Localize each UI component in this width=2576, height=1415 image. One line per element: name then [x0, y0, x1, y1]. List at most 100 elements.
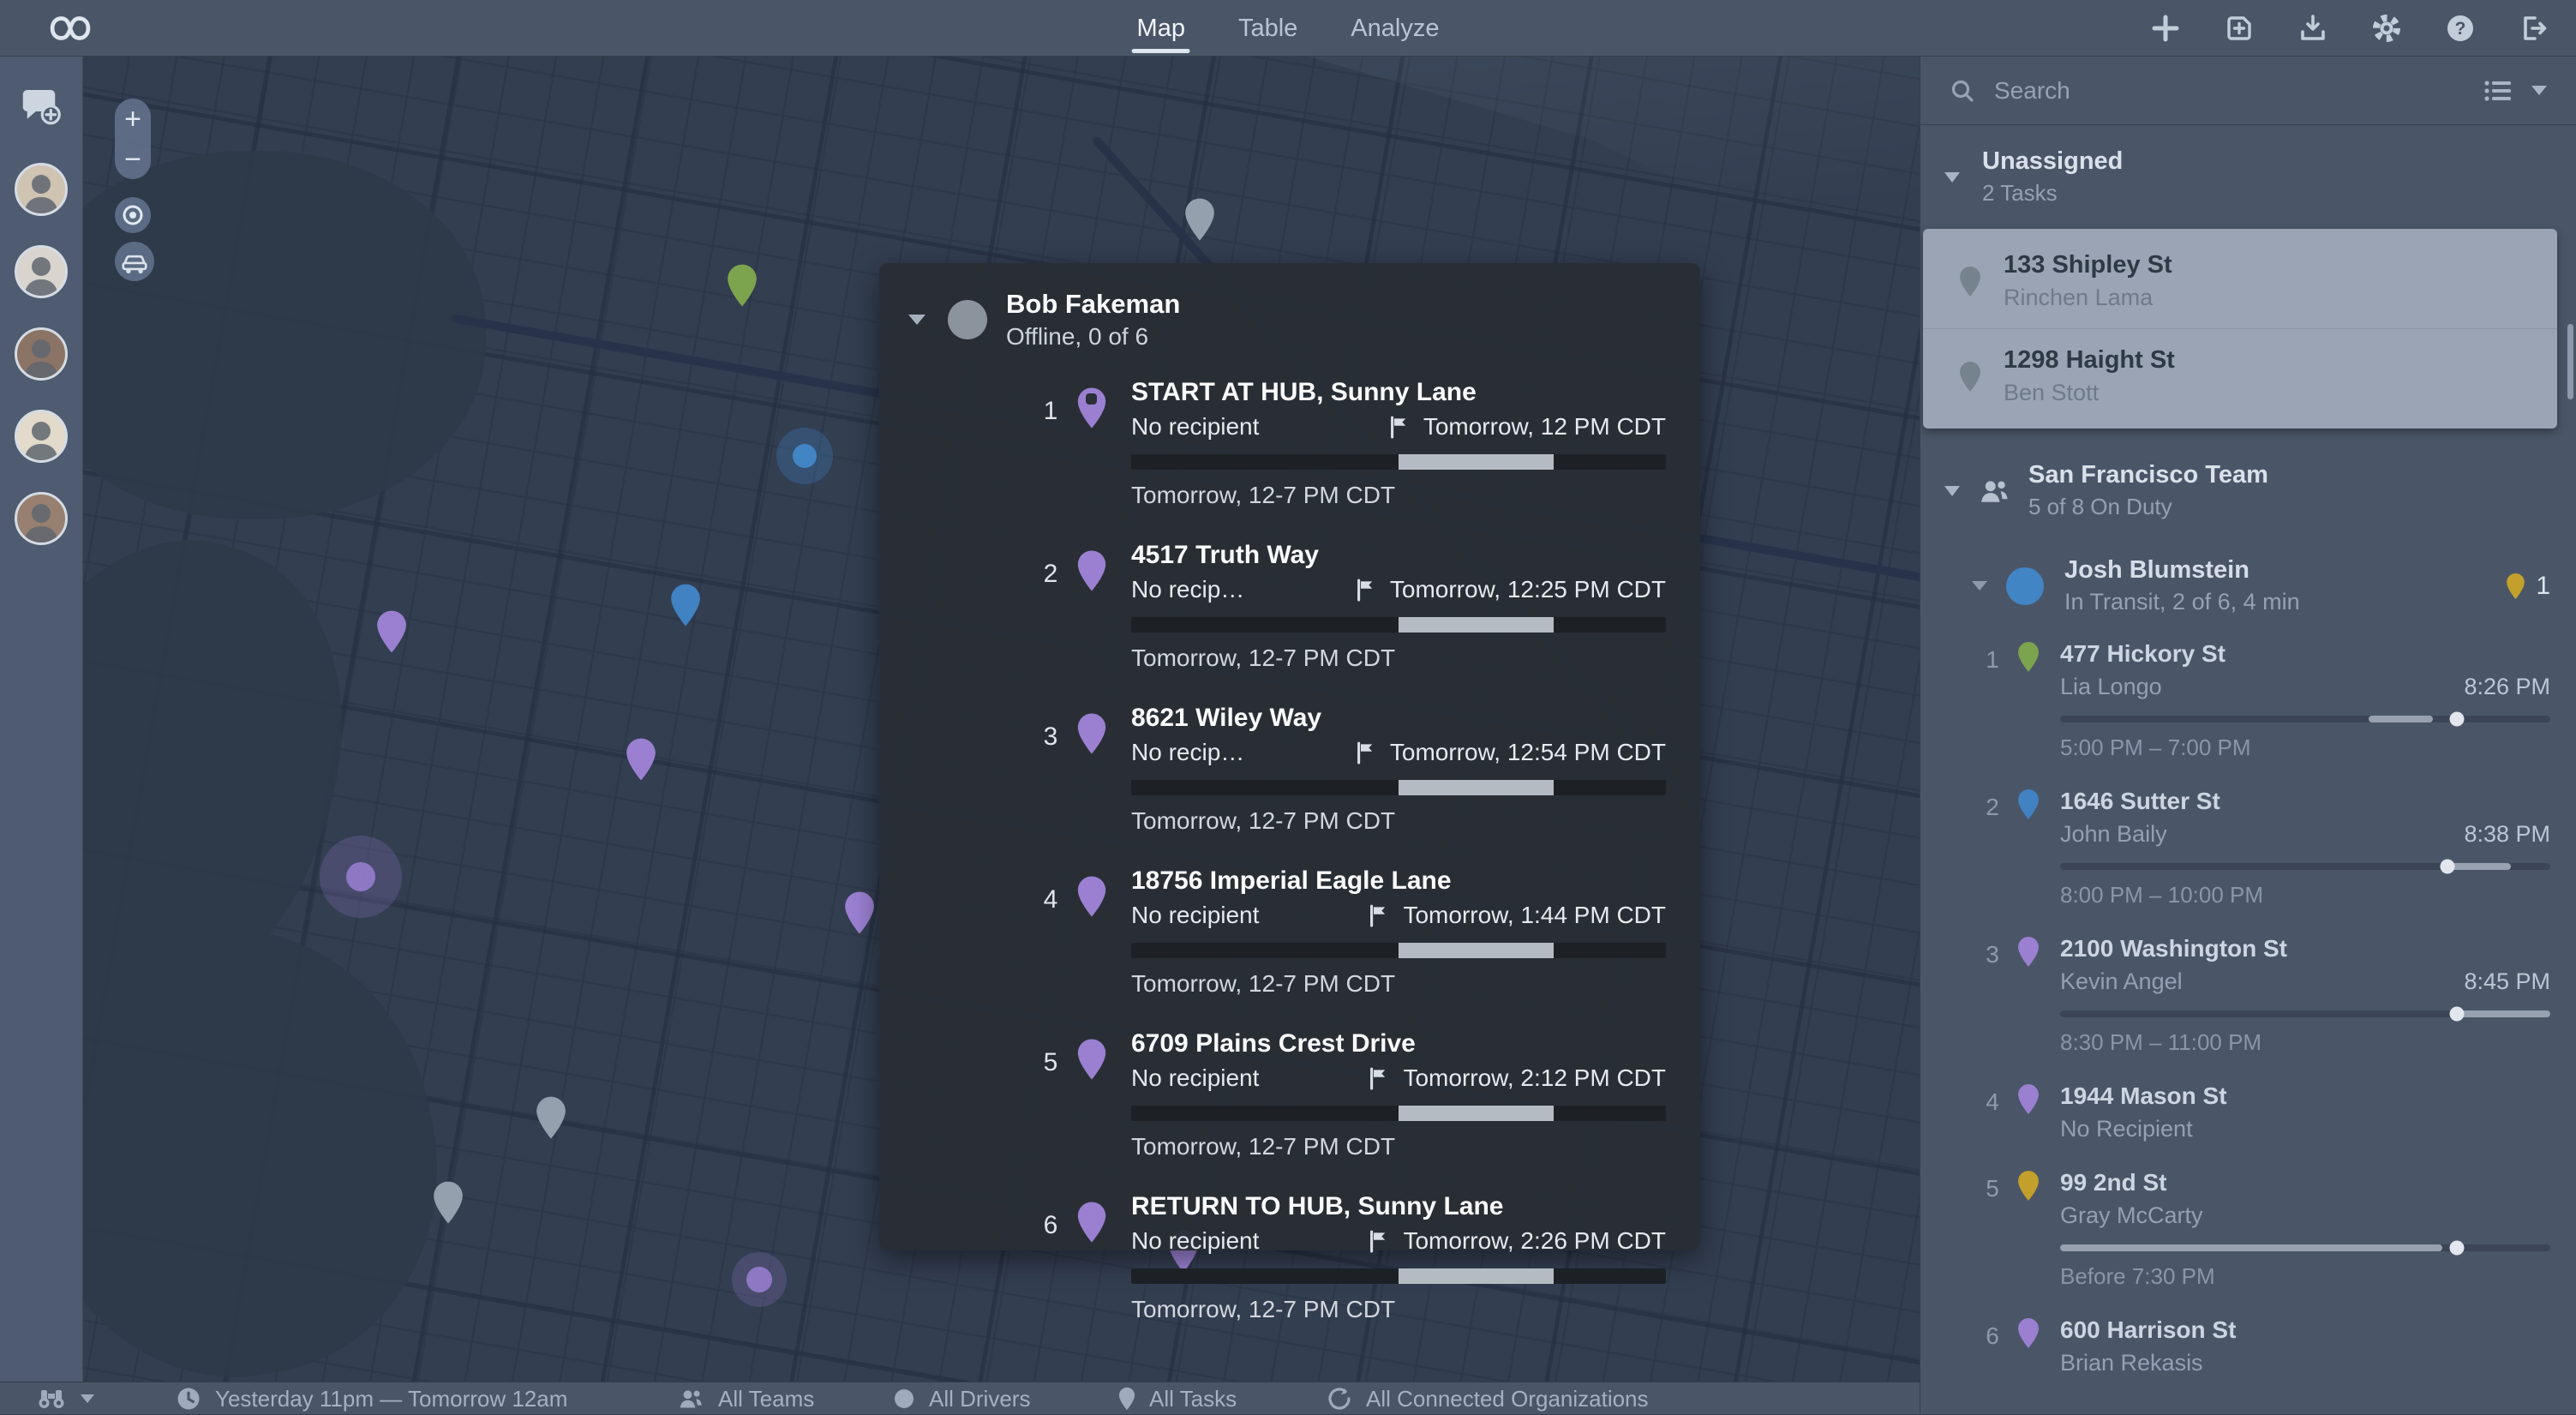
task-eta-line: No recipient Tomorrow, 2:12 PM CDT: [1131, 1064, 1666, 1092]
avatar[interactable]: [15, 163, 68, 216]
task-recipient: Kevin Angel: [2060, 968, 2183, 995]
task-eta-line: No recipient Tomorrow, 2:26 PM CDT: [1131, 1227, 1666, 1255]
popup-task-row[interactable]: 3 8621 Wiley Way No recip… Tomorrow, 12:…: [1025, 704, 1666, 835]
collapse-caret-icon[interactable]: [1972, 581, 1987, 591]
map-task-pin[interactable]: [1183, 197, 1215, 242]
organizations-filter[interactable]: All Connected Organizations: [1327, 1382, 1649, 1415]
avatar[interactable]: [15, 410, 68, 463]
task-window: Tomorrow, 12-7 PM CDT: [1131, 807, 1666, 835]
unassigned-task-row[interactable]: 1298 Haight St Ben Stott: [1923, 328, 2557, 423]
task-recipient: Brian Rekasis: [2060, 1350, 2203, 1376]
driver-row-josh[interactable]: Josh Blumstein In Transit, 2 of 6, 4 min…: [1920, 539, 2576, 633]
map-task-pin[interactable]: [727, 264, 758, 309]
popup-task-row[interactable]: 5 6709 Plains Crest Drive No recipient T…: [1025, 1029, 1666, 1160]
map-canvas[interactable]: + − Bob Fakeman Offline, 0 of 6 1: [83, 57, 1920, 1414]
tab-analyze[interactable]: Analyze: [1351, 0, 1439, 57]
task-progress-window: [1399, 943, 1554, 958]
task-address: 6709 Plains Crest Drive: [1131, 1029, 1666, 1058]
driver-task-row[interactable]: 3 2100 Washington St Kevin Angel 8:45 PM…: [1920, 934, 2576, 1056]
map-location-dot[interactable]: [793, 444, 817, 468]
task-recipient: Lia Longo: [2060, 674, 2162, 700]
task-eta: Tomorrow, 1:44 PM CDT: [1403, 902, 1666, 929]
driver-pin-badge: 1: [2506, 572, 2550, 601]
view-dropdown-icon[interactable]: [2531, 86, 2547, 95]
search-icon: [1950, 78, 1975, 104]
task-pin-icon: [1076, 549, 1107, 592]
task-address: 4517 Truth Way: [1131, 541, 1666, 570]
popup-task-row[interactable]: 2 4517 Truth Way No recip… Tomorrow, 12:…: [1025, 541, 1666, 672]
zoom-out-button[interactable]: −: [115, 139, 151, 179]
collapse-caret-icon[interactable]: [1944, 486, 1960, 496]
task-eta: 8:38 PM: [2464, 821, 2550, 848]
gear-icon[interactable]: [2370, 12, 2403, 45]
download-button[interactable]: [2297, 12, 2329, 45]
task-address: 1944 Mason St: [2060, 1082, 2550, 1110]
driver-task-row[interactable]: 4 1944 Mason St No Recipient: [1920, 1082, 2576, 1142]
driver-row-cindy[interactable]: Cindy Cheung Offline, 0 of 4: [1920, 1402, 2576, 1414]
task-pin-icon: [1959, 266, 1981, 297]
task-pin-icon: [1959, 361, 1981, 393]
task-recipient-line: John Baily 8:38 PM: [2060, 821, 2550, 848]
avatar[interactable]: [15, 492, 68, 545]
new-message-icon[interactable]: [17, 86, 65, 129]
map-task-pin[interactable]: [433, 1180, 464, 1225]
tasks-filter[interactable]: All Tasks: [1118, 1382, 1237, 1415]
map-task-pin[interactable]: [376, 609, 408, 654]
flag-icon: [1369, 903, 1389, 927]
popup-task-row[interactable]: 6 RETURN TO HUB, Sunny Lane No recipient: [1025, 1192, 1666, 1323]
unassigned-group-header[interactable]: Unassigned 2 Tasks: [1920, 125, 2576, 225]
driver-route-popup: Bob Fakeman Offline, 0 of 6 1 START AT H…: [879, 263, 1700, 1250]
driver-status-dot: [948, 300, 987, 339]
search-area-control[interactable]: [36, 1382, 94, 1415]
collapse-caret-icon[interactable]: [908, 315, 926, 325]
driver-task-row[interactable]: 6 600 Harrison St Brian Rekasis: [1920, 1316, 2576, 1376]
map-location-dot[interactable]: [746, 1267, 772, 1292]
map-location-dot[interactable]: [346, 862, 375, 891]
task-number: 2: [1968, 787, 2017, 908]
add-button[interactable]: [2149, 12, 2182, 45]
map-task-pin[interactable]: [626, 737, 657, 782]
tab-map[interactable]: Map: [1137, 0, 1185, 57]
driver-task-row[interactable]: 1 477 Hickory St Lia Longo 8:26 PM 5:00 …: [1920, 639, 2576, 761]
collapse-caret-icon[interactable]: [1944, 172, 1960, 183]
task-progress-bar: [1131, 943, 1666, 958]
tab-table[interactable]: Table: [1238, 0, 1297, 57]
task-progress-window: [2447, 863, 2511, 870]
task-pin-icon: [1118, 1387, 1135, 1411]
team-group-header[interactable]: San Francisco Team 5 of 8 On Duty: [1920, 446, 2576, 539]
time-filter[interactable]: Yesterday 11pm — Tomorrow 12am: [176, 1382, 567, 1415]
task-progress-bar: [2060, 1010, 2550, 1017]
sidebar-scrollbar[interactable]: [2567, 324, 2573, 399]
map-task-pin[interactable]: [536, 1096, 567, 1141]
avatar[interactable]: [15, 327, 68, 381]
main-tabs: Map Table Analyze: [1137, 0, 1440, 57]
driver-task-row[interactable]: 2 1646 Sutter St John Baily 8:38 PM 8:00…: [1920, 787, 2576, 908]
help-icon[interactable]: ?: [2444, 12, 2477, 45]
dot-core: [346, 862, 375, 891]
list-view-icon[interactable]: [2483, 78, 2513, 104]
teams-filter[interactable]: All Teams: [677, 1382, 814, 1415]
dropdown-caret-icon: [81, 1394, 94, 1403]
search-input[interactable]: [1994, 77, 2465, 105]
sign-out-icon[interactable]: [2518, 12, 2550, 45]
task-recipient: John Baily: [2060, 821, 2167, 848]
popup-task-row[interactable]: 4 18756 Imperial Eagle Lane No recipient: [1025, 866, 1666, 998]
flag-icon: [1369, 1066, 1389, 1090]
map-task-pin[interactable]: [844, 890, 876, 935]
import-button[interactable]: [2223, 12, 2255, 45]
task-address: 18756 Imperial Eagle Lane: [1131, 866, 1666, 896]
task-window: Tomorrow, 12-7 PM CDT: [1131, 1296, 1666, 1323]
popup-task-row[interactable]: 1 START AT HUB, Sunny Lane No recipient …: [1025, 378, 1666, 509]
drivers-filter[interactable]: All Drivers: [893, 1382, 1030, 1415]
vehicles-button[interactable]: [115, 242, 154, 281]
locate-button[interactable]: [115, 197, 151, 233]
task-pin-icon: [1076, 712, 1107, 755]
driver-task-row[interactable]: 5 99 2nd St Gray McCarty Before 7:30 PM: [1920, 1168, 2576, 1290]
unassigned-task-row[interactable]: 133 Shipley St Rinchen Lama: [1923, 234, 2557, 328]
dot-core: [746, 1267, 772, 1292]
task-number: 3: [1025, 704, 1076, 835]
map-task-pin[interactable]: [669, 583, 701, 627]
avatar[interactable]: [15, 245, 68, 298]
task-number: 5: [1968, 1168, 2017, 1290]
zoom-in-button[interactable]: +: [115, 99, 151, 139]
